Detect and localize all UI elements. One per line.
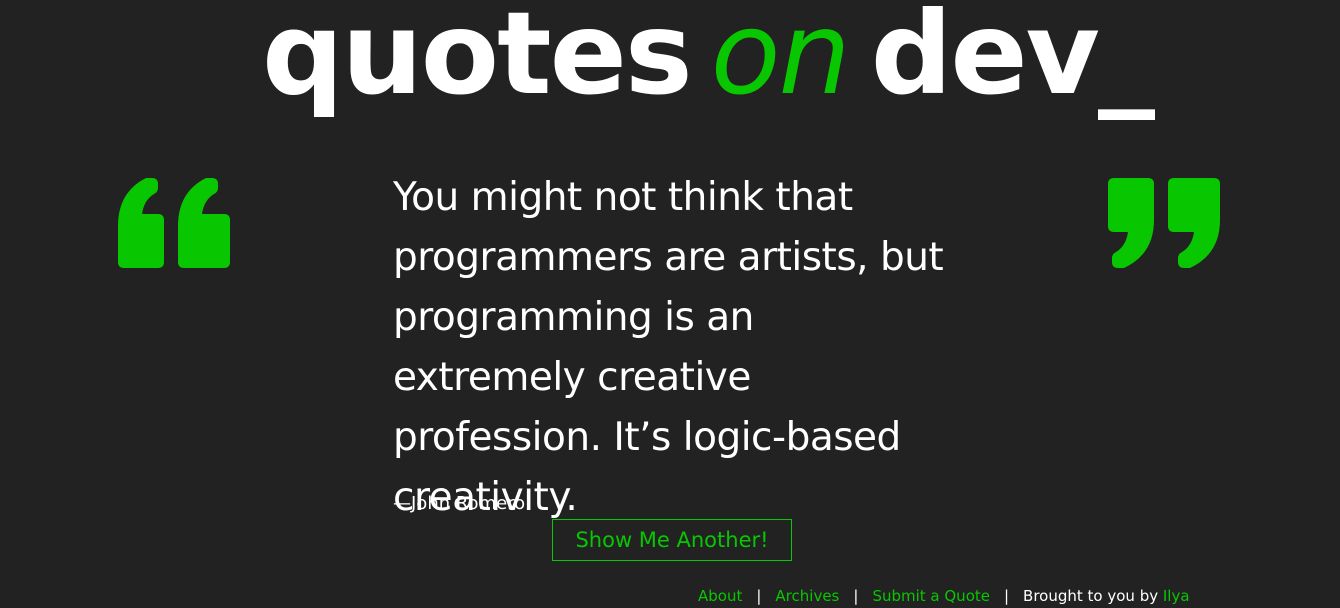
quote-text: You might not think that programmers are…: [393, 175, 944, 520]
page: quotes on dev_ You might not think that pr…: [0, 0, 1340, 608]
footer-separator: |: [853, 587, 859, 605]
logo-word-dev: dev_: [870, 0, 1155, 120]
logo-word-on: on: [710, 0, 851, 120]
footer-link-archives[interactable]: Archives: [775, 587, 839, 605]
footer-separator: |: [756, 587, 762, 605]
footer-link-about[interactable]: About: [698, 587, 742, 605]
quote-author: —John Romero: [393, 493, 526, 514]
show-another-button[interactable]: Show Me Another!: [552, 519, 792, 561]
footer-credit-link[interactable]: Ilya: [1163, 587, 1190, 605]
open-quote-icon: [118, 178, 230, 268]
footer-nav: About | Archives | Submit a Quote | Brought to…: [698, 584, 1190, 608]
footer-separator: |: [1003, 587, 1010, 605]
close-quote-icon: [1108, 178, 1220, 268]
footer-link-submit-quote[interactable]: Submit a Quote: [872, 587, 990, 605]
logo-word-quotes: quotes: [262, 0, 693, 120]
footer-credit-text: Brought to you by: [1023, 587, 1159, 605]
site-logo[interactable]: quotes on dev_: [262, 0, 1155, 120]
